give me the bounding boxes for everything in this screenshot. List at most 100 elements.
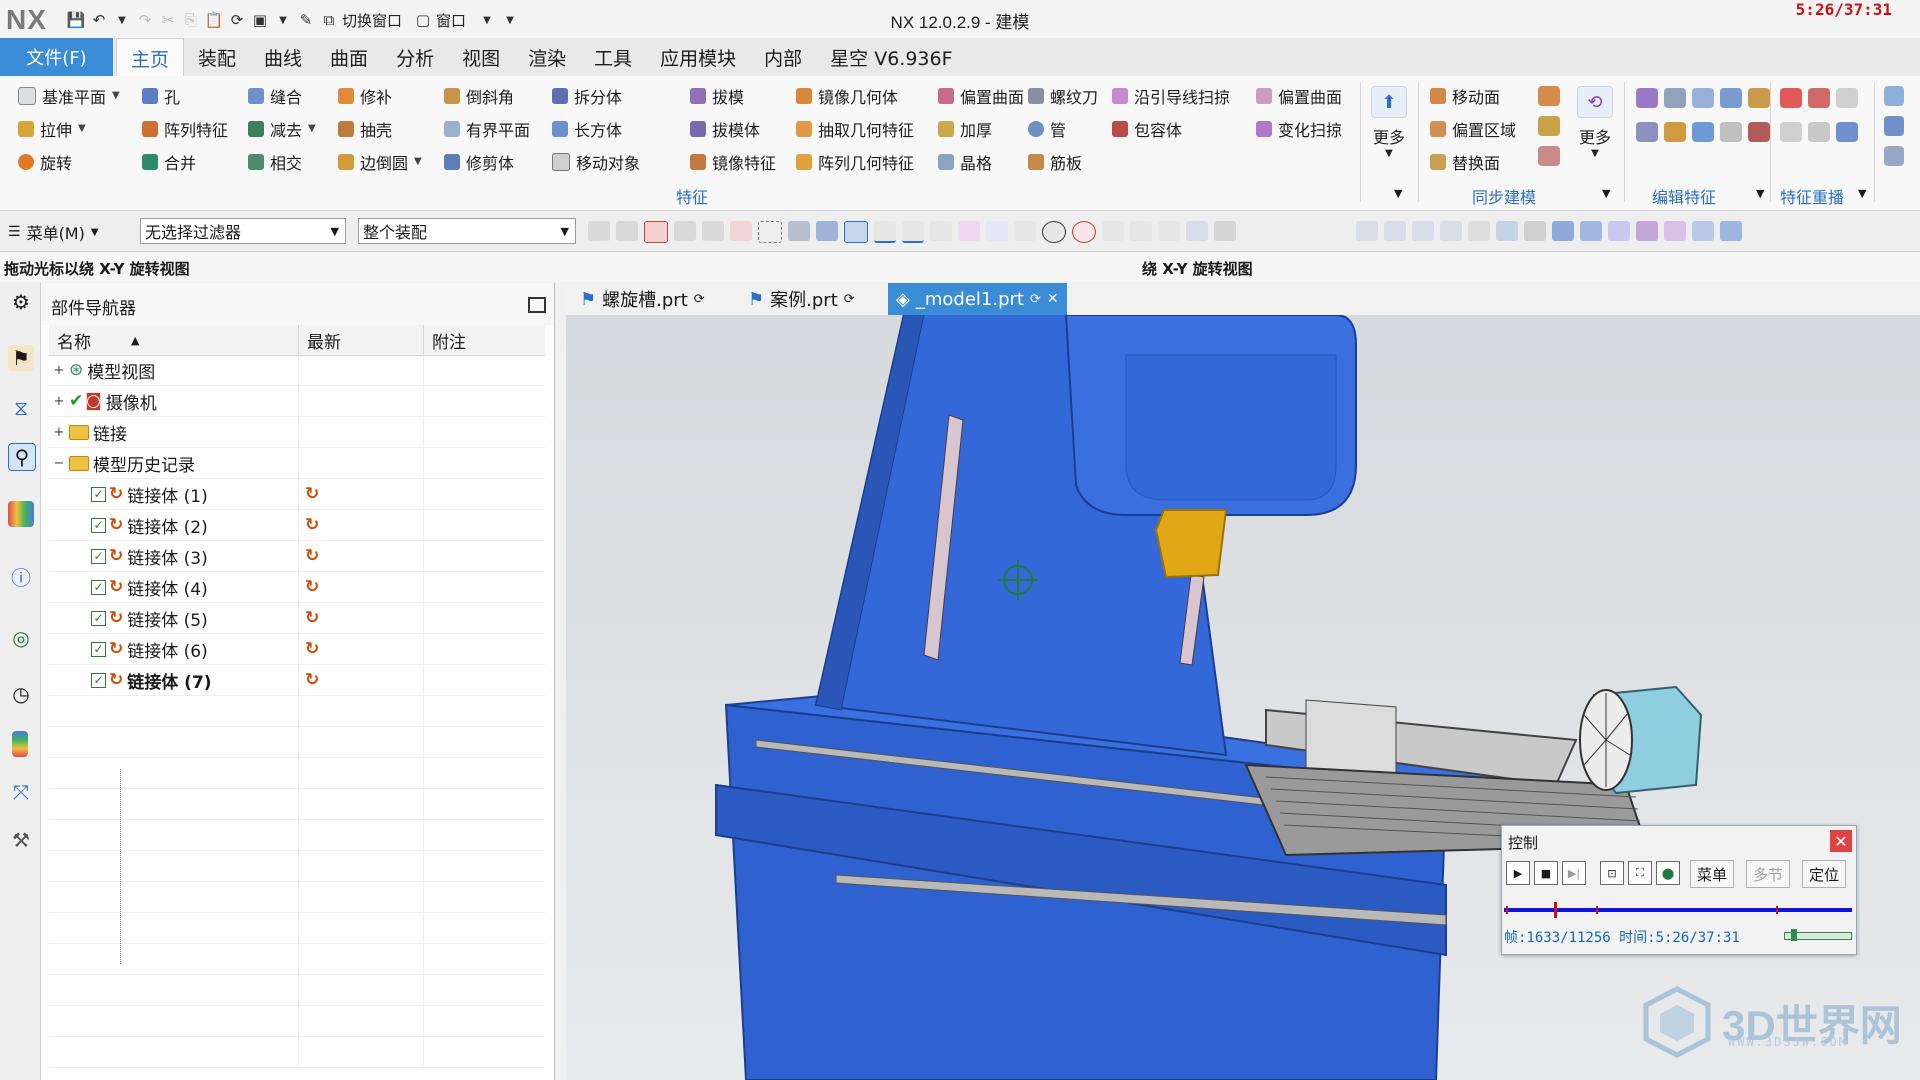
select-intent-icon[interactable] (644, 221, 668, 243)
close-icon[interactable]: ✕ (1830, 830, 1852, 852)
extrude-button[interactable]: 拉伸 ▼ (18, 115, 120, 142)
lattice-button[interactable]: 晶格 (938, 148, 1024, 175)
file-tab[interactable]: 文件(F) (0, 38, 113, 76)
thread-tool-button[interactable]: 螺纹刀 (1028, 82, 1098, 109)
perpendicular-icon[interactable] (1014, 221, 1036, 241)
gear-icon[interactable]: ⚙ (8, 289, 34, 315)
bounded-grid-icon[interactable] (1186, 221, 1208, 241)
general-select-icon[interactable] (588, 221, 610, 241)
point-on-curve-icon[interactable] (1130, 221, 1152, 241)
fit-view-icon[interactable] (1356, 221, 1378, 241)
tree-row-feature[interactable]: ✓ ↻ 链接体 (1) ↻ (49, 479, 545, 510)
unite-button[interactable]: 合并 (142, 148, 228, 175)
web-browser-icon[interactable]: ◎ (8, 625, 34, 651)
pointer-icon[interactable] (674, 221, 696, 241)
unsuppress-feature-icon[interactable] (1720, 122, 1742, 142)
chevron-down-icon[interactable]: ▼ (414, 156, 422, 167)
checkbox-checked-icon[interactable]: ✓ (91, 672, 106, 688)
replay-next-icon[interactable] (1836, 88, 1858, 108)
block-button[interactable]: 长方体 (552, 115, 640, 142)
orient-view-icon[interactable] (1468, 221, 1490, 241)
shaded-icon[interactable] (1580, 221, 1602, 241)
tab-internal[interactable]: 内部 (750, 38, 816, 76)
graphics-window[interactable] (566, 315, 1920, 1080)
tab-spiral-groove[interactable]: ⚑ 螺旋槽.prt ⟳ (572, 283, 713, 315)
group-edit-dropdown-icon[interactable]: ▼ (1756, 180, 1764, 207)
column-name-header[interactable]: 名称 ▲ (49, 325, 299, 355)
mid-point-icon[interactable] (902, 221, 924, 243)
mirror-feature-button[interactable]: 镜像特征 (690, 148, 776, 175)
variational-sweep-button[interactable]: 变化扫掠 (1256, 115, 1342, 142)
revolve-button[interactable]: 旋转 (18, 148, 120, 175)
tree-row-feature[interactable]: ✓ ↻ 链接体 (4) ↻ (49, 572, 545, 603)
tree-row-feature[interactable]: ✓ ↻ 链接体 (6) ↻ (49, 634, 545, 665)
tangent-point-icon[interactable] (1214, 221, 1236, 241)
suppress-feature-icon[interactable] (1720, 88, 1742, 108)
move-object-button[interactable]: 移动对象 (552, 148, 640, 175)
overflow-icon-1[interactable] (1884, 86, 1904, 106)
checkbox-checked-icon[interactable]: ✓ (91, 610, 106, 626)
system-scenes-icon[interactable]: ⚒ (8, 827, 34, 853)
volume-slider-handle[interactable] (1791, 929, 1797, 941)
tab-applications[interactable]: 应用模块 (646, 38, 750, 76)
overflow-icon-2[interactable] (1884, 116, 1904, 136)
reorder-feature-icon[interactable] (1748, 88, 1770, 108)
delete-feature-icon[interactable] (1748, 122, 1770, 142)
menu-button[interactable]: 菜单 (1690, 860, 1735, 888)
rib-button[interactable]: 筋板 (1028, 148, 1098, 175)
overflow-icon-3[interactable] (1884, 146, 1904, 166)
part-navigator-icon[interactable]: ⚲ (8, 443, 36, 471)
tab-surface[interactable]: 曲面 (316, 38, 382, 76)
show-hide-icon[interactable] (1720, 221, 1742, 241)
assembly-navigator-icon[interactable]: ⚑ (8, 345, 34, 371)
tree-row-feature[interactable]: ✓ ↻ 链接体 (7) ↻ (49, 665, 545, 696)
deselect-icon[interactable] (616, 221, 638, 241)
studio-icon[interactable] (1636, 221, 1658, 241)
edit-position-icon[interactable] (1664, 88, 1686, 108)
tab-xingkong[interactable]: 星空 V6.936F (816, 38, 966, 76)
tree-row-model-history[interactable]: − 模型历史记录 (49, 448, 545, 479)
tab-render[interactable]: 渲染 (514, 38, 580, 76)
zoom-icon[interactable] (1384, 221, 1406, 241)
tree-row-feature[interactable]: ✓ ↻ 链接体 (5) ↻ (49, 603, 545, 634)
checkbox-checked-icon[interactable]: ✓ (91, 641, 106, 657)
arc-center-icon[interactable] (1042, 221, 1066, 243)
select-face-icon[interactable] (788, 221, 810, 241)
section-view-icon[interactable] (1664, 221, 1686, 241)
delete-face-icon[interactable] (1538, 86, 1560, 106)
offset-region-button[interactable]: 偏置区域 (1430, 115, 1516, 142)
reuse-library-icon[interactable] (8, 501, 34, 527)
select-solid-icon[interactable] (816, 221, 838, 241)
draft-button[interactable]: 拔模 (690, 82, 776, 109)
sew-button[interactable]: 缝合 (248, 82, 316, 109)
layer-icon[interactable] (1692, 221, 1714, 241)
shaded-edges-icon[interactable] (1552, 221, 1574, 241)
fit-window-button[interactable]: ⊡ (1600, 861, 1624, 885)
resize-face-icon[interactable] (1538, 116, 1560, 136)
chamfer-button[interactable]: 倒斜角 (444, 82, 530, 109)
split-body-button[interactable]: 拆分体 (552, 82, 640, 109)
tube-button[interactable]: 管 (1028, 115, 1098, 142)
datum-plane-button[interactable]: 基准平面 ▼ (18, 82, 120, 109)
checkbox-checked-icon[interactable]: ✓ (91, 486, 106, 502)
mirror-geometry-button[interactable]: 镜像几何体 (796, 82, 914, 109)
tab-curve[interactable]: 曲线 (250, 38, 316, 76)
snap-point-icon[interactable] (844, 221, 868, 243)
edit-parameters-icon[interactable] (1636, 88, 1658, 108)
tab-home[interactable]: 主页 (116, 38, 185, 78)
tab-tools[interactable]: 工具 (580, 38, 646, 76)
end-point-icon[interactable] (874, 221, 896, 243)
more-sync-button[interactable]: ⟲ 更多 ▼ (1572, 86, 1618, 159)
bounding-body-button[interactable]: 包容体 (1112, 115, 1230, 142)
quadrant-point-icon[interactable] (1072, 221, 1096, 243)
pattern-feature-button[interactable]: 阵列特征 (142, 115, 228, 142)
tree-row-model-views[interactable]: + ⊛ 模型视图 (49, 355, 545, 386)
pan-icon[interactable] (1440, 221, 1462, 241)
timeline-playhead[interactable] (1554, 902, 1557, 918)
intersect-button[interactable]: 相交 (248, 148, 316, 175)
shell-button[interactable]: 抽壳 (338, 115, 422, 142)
replace-face-button[interactable]: 替换面 (1430, 148, 1516, 175)
rectangle-select-icon[interactable] (758, 221, 782, 243)
tree-row-links[interactable]: + 链接 (49, 417, 545, 448)
curve-intersect-icon[interactable] (958, 221, 980, 241)
